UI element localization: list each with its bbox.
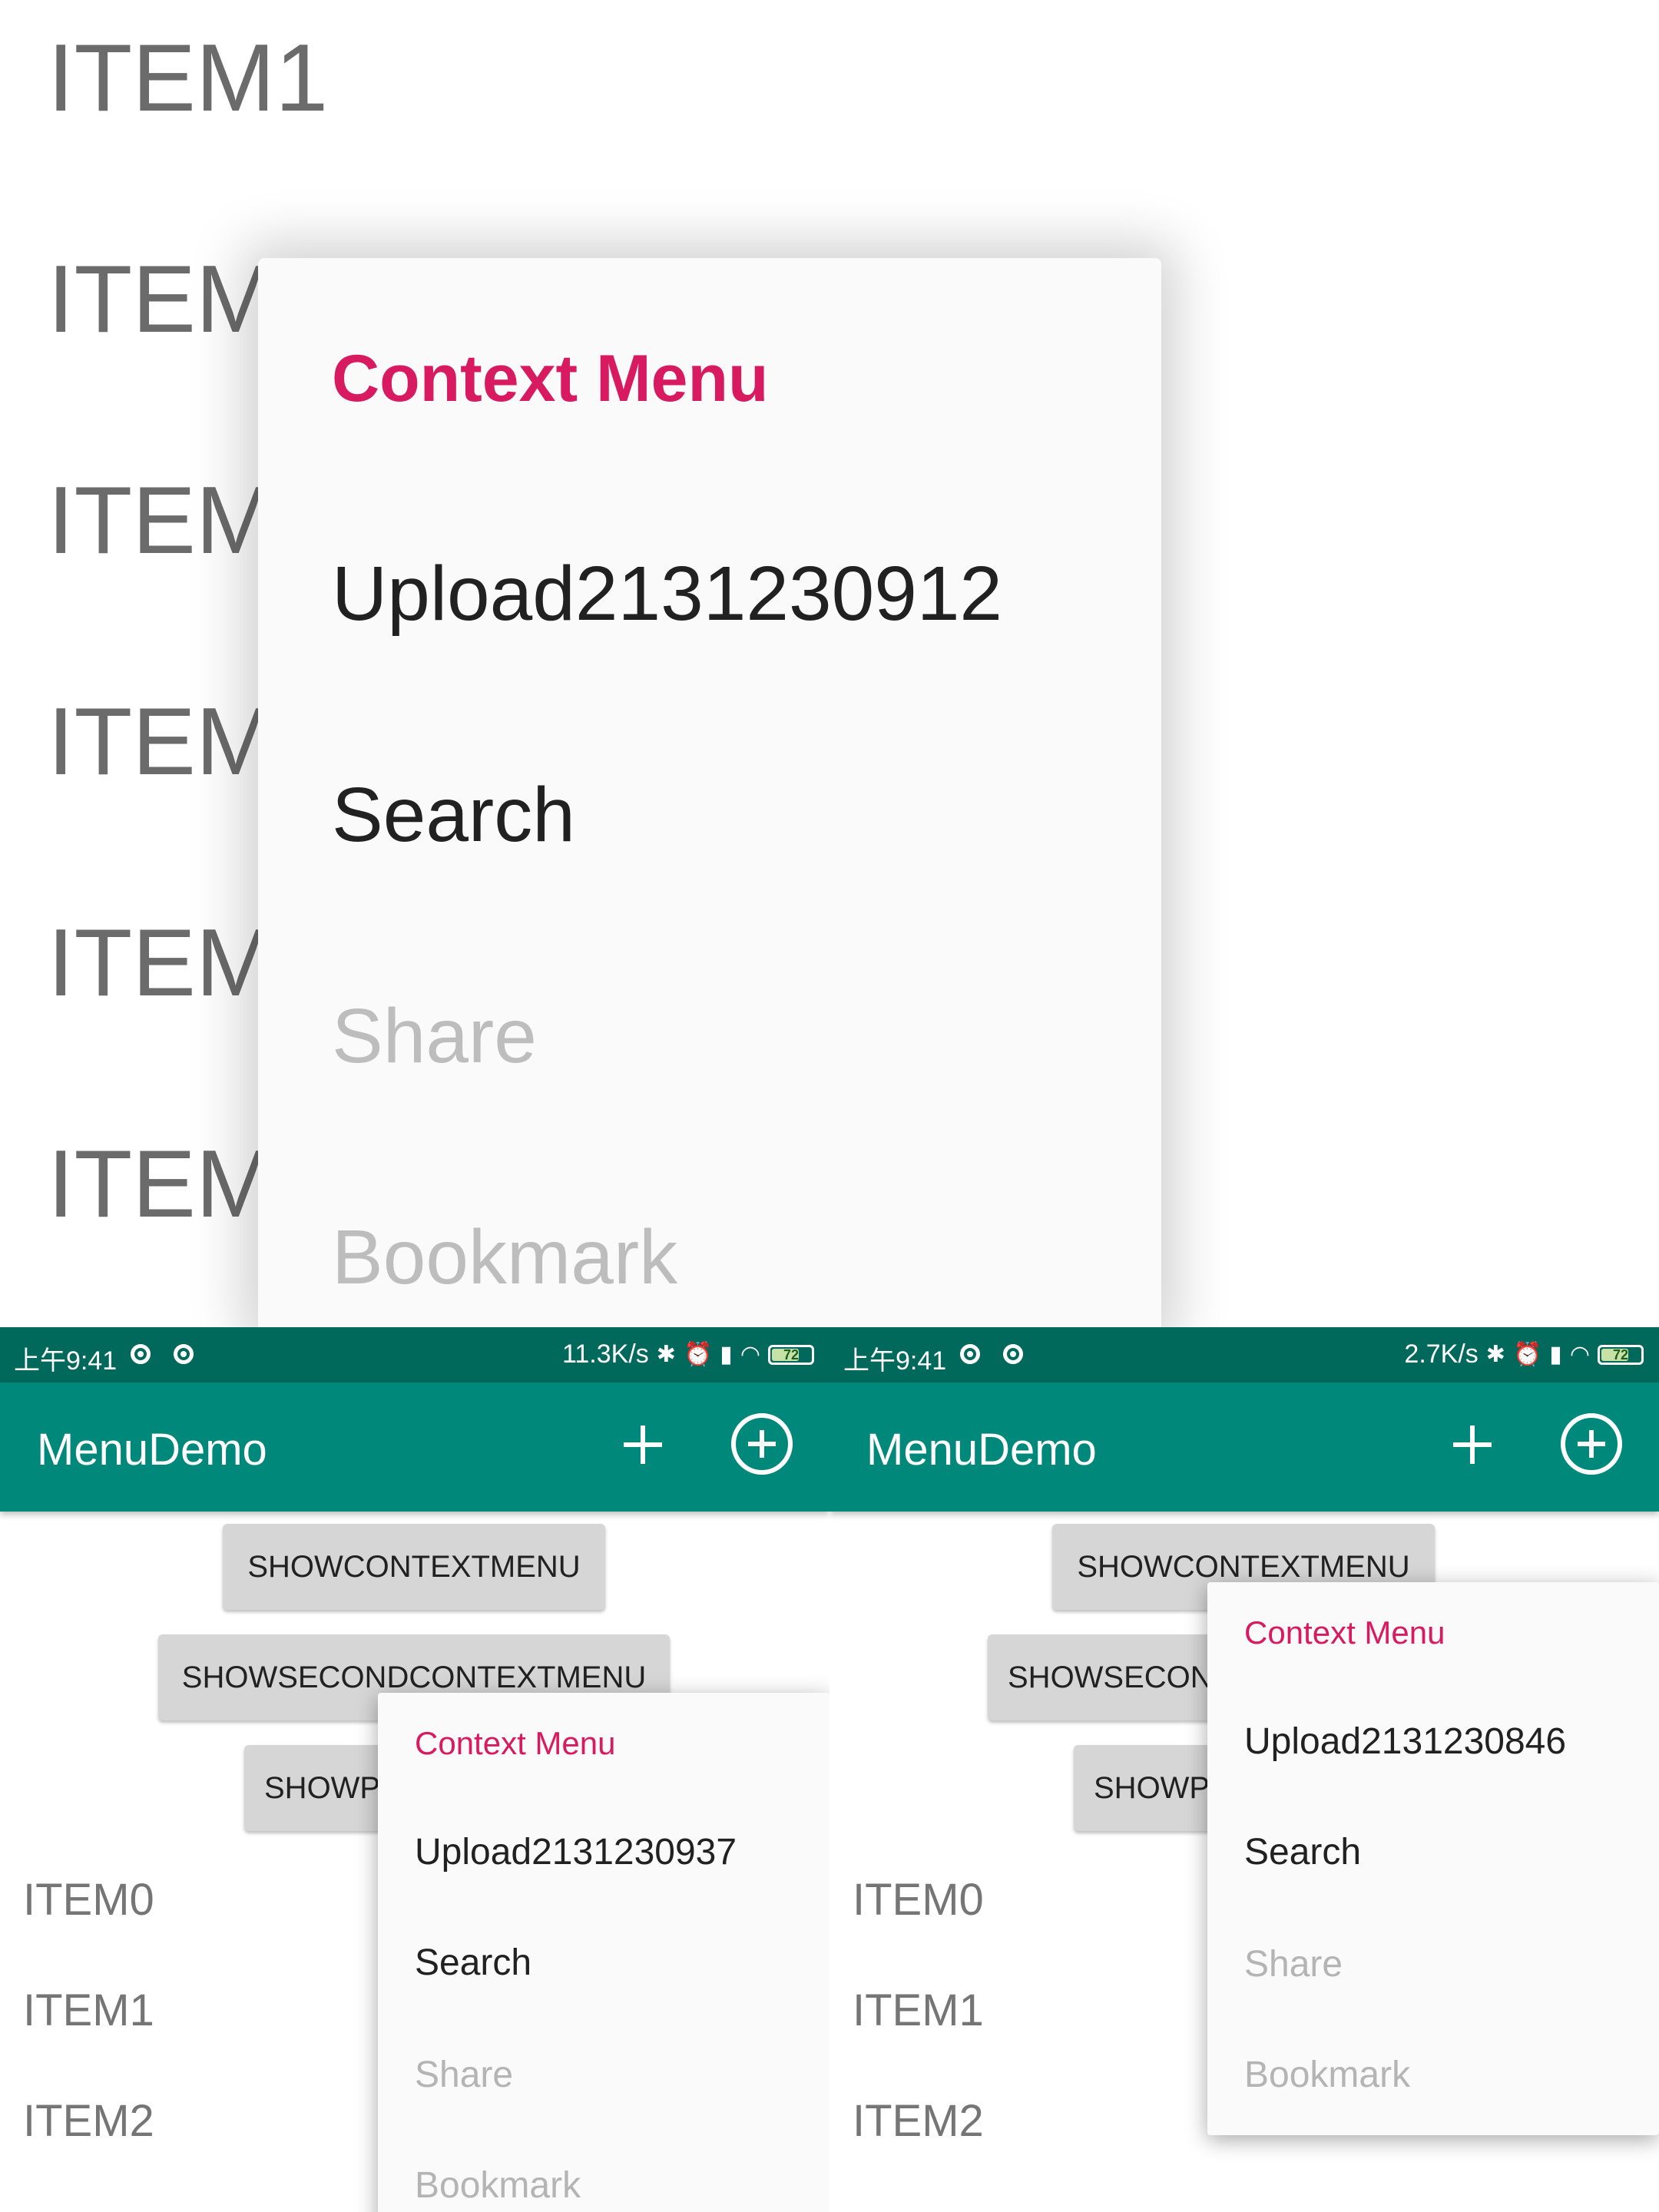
wifi-icon: ◠	[1569, 1342, 1590, 1367]
alarm-icon: ⏰	[1512, 1342, 1542, 1367]
menu-item-search[interactable]: Search	[1244, 1831, 1361, 1873]
menu-item-search[interactable]: Search	[415, 1942, 531, 1984]
status-bar: 上午9:41 2.7K/s ✱ ⏰ ▮ ◠ 72	[830, 1327, 1659, 1382]
menu-item-upload[interactable]: Upload2131230912	[332, 550, 1002, 638]
app-title: MenuDemo	[866, 1425, 1097, 1475]
status-icons: 2.7K/s ✱ ⏰ ▮ ◠ 72	[1404, 1339, 1644, 1369]
notification-icon	[174, 1344, 194, 1364]
menu-item-upload[interactable]: Upload2131230937	[415, 1831, 737, 1873]
list-item[interactable]: ITEM1	[48, 31, 328, 126]
status-bar: 上午9:41 11.3K/s ✱ ⏰ ▮ ◠ 72	[0, 1327, 830, 1382]
app-bar: MenuDemo	[830, 1382, 1659, 1512]
notification-icon	[960, 1344, 980, 1364]
context-menu-title: Context Menu	[415, 1725, 616, 1761]
list-item[interactable]: ITEM	[48, 916, 275, 1011]
list-item[interactable]: ITEM	[48, 473, 275, 568]
status-time: 上午9:41	[14, 1346, 118, 1376]
phone-screen-right: 上午9:41 2.7K/s ✱ ⏰ ▮ ◠ 72 MenuDemo SHOWCO…	[830, 1327, 1659, 2212]
list-item[interactable]: ITEM0	[23, 1874, 154, 1926]
list-item[interactable]: ITEM0	[853, 1874, 984, 1926]
bluetooth-icon: ✱	[1485, 1342, 1505, 1367]
menu-item-share: Share	[332, 993, 537, 1079]
status-icons: 11.3K/s ✱ ⏰ ▮ ◠ 72	[562, 1339, 814, 1369]
add-icon[interactable]	[1450, 1422, 1496, 1469]
menu-item-bookmark: Bookmark	[415, 2165, 581, 2206]
menu-item-upload[interactable]: Upload2131230846	[1244, 1720, 1566, 1763]
list-item[interactable]: ITEM2	[23, 2095, 154, 2147]
bluetooth-icon: ✱	[656, 1342, 676, 1367]
network-speed: 11.3K/s	[562, 1339, 649, 1369]
menu-item-share: Share	[1244, 1944, 1343, 1985]
phone-screen-left: 上午9:41 11.3K/s ✱ ⏰ ▮ ◠ 72 MenuDemo SHOWC…	[0, 1327, 830, 2212]
notification-icon	[131, 1344, 151, 1364]
wifi-icon: ◠	[740, 1342, 760, 1367]
menu-item-bookmark: Bookmark	[332, 1214, 678, 1300]
list-item[interactable]: ITEM	[48, 1137, 275, 1232]
add-circle-icon[interactable]	[731, 1413, 793, 1475]
context-menu-title: Context Menu	[332, 342, 769, 416]
context-menu: Context Menu Upload2131230912 Search Sha…	[258, 258, 1161, 1327]
list-item[interactable]: ITEM2	[853, 2095, 984, 2147]
show-context-menu-button[interactable]: SHOWCONTEXTMENU	[223, 1524, 605, 1610]
menu-item-bookmark: Bookmark	[1244, 2055, 1411, 2095]
app-bar: MenuDemo	[0, 1382, 830, 1512]
context-menu-title: Context Menu	[1244, 1614, 1445, 1651]
context-menu: Context Menu Upload2131230846 Search Sha…	[1207, 1582, 1659, 2135]
add-circle-icon[interactable]	[1561, 1413, 1622, 1475]
list-item[interactable]: ITEM1	[23, 1985, 154, 2036]
app-title: MenuDemo	[37, 1425, 267, 1475]
notification-icon	[1003, 1344, 1023, 1364]
add-icon[interactable]	[621, 1422, 667, 1469]
list-item[interactable]: ITEM	[48, 694, 275, 790]
list-item[interactable]: ITEM	[48, 252, 275, 347]
battery-icon: 72	[768, 1344, 814, 1365]
alarm-icon: ⏰	[683, 1342, 713, 1367]
network-speed: 2.7K/s	[1404, 1339, 1479, 1369]
zoomed-context-menu-panel: ITEM1 ITEM ITEM ITEM ITEM ITEM Context M…	[0, 0, 1659, 1327]
status-time: 上午9:41	[843, 1346, 947, 1376]
menu-item-search[interactable]: Search	[332, 771, 575, 859]
signal-icon: ▮	[1549, 1342, 1562, 1367]
list-item[interactable]: ITEM1	[853, 1985, 984, 2036]
battery-icon: 72	[1598, 1344, 1644, 1365]
menu-item-share: Share	[415, 2055, 514, 2095]
context-menu: Context Menu Upload2131230937 Search Sha…	[378, 1693, 830, 2212]
signal-icon: ▮	[720, 1342, 733, 1367]
